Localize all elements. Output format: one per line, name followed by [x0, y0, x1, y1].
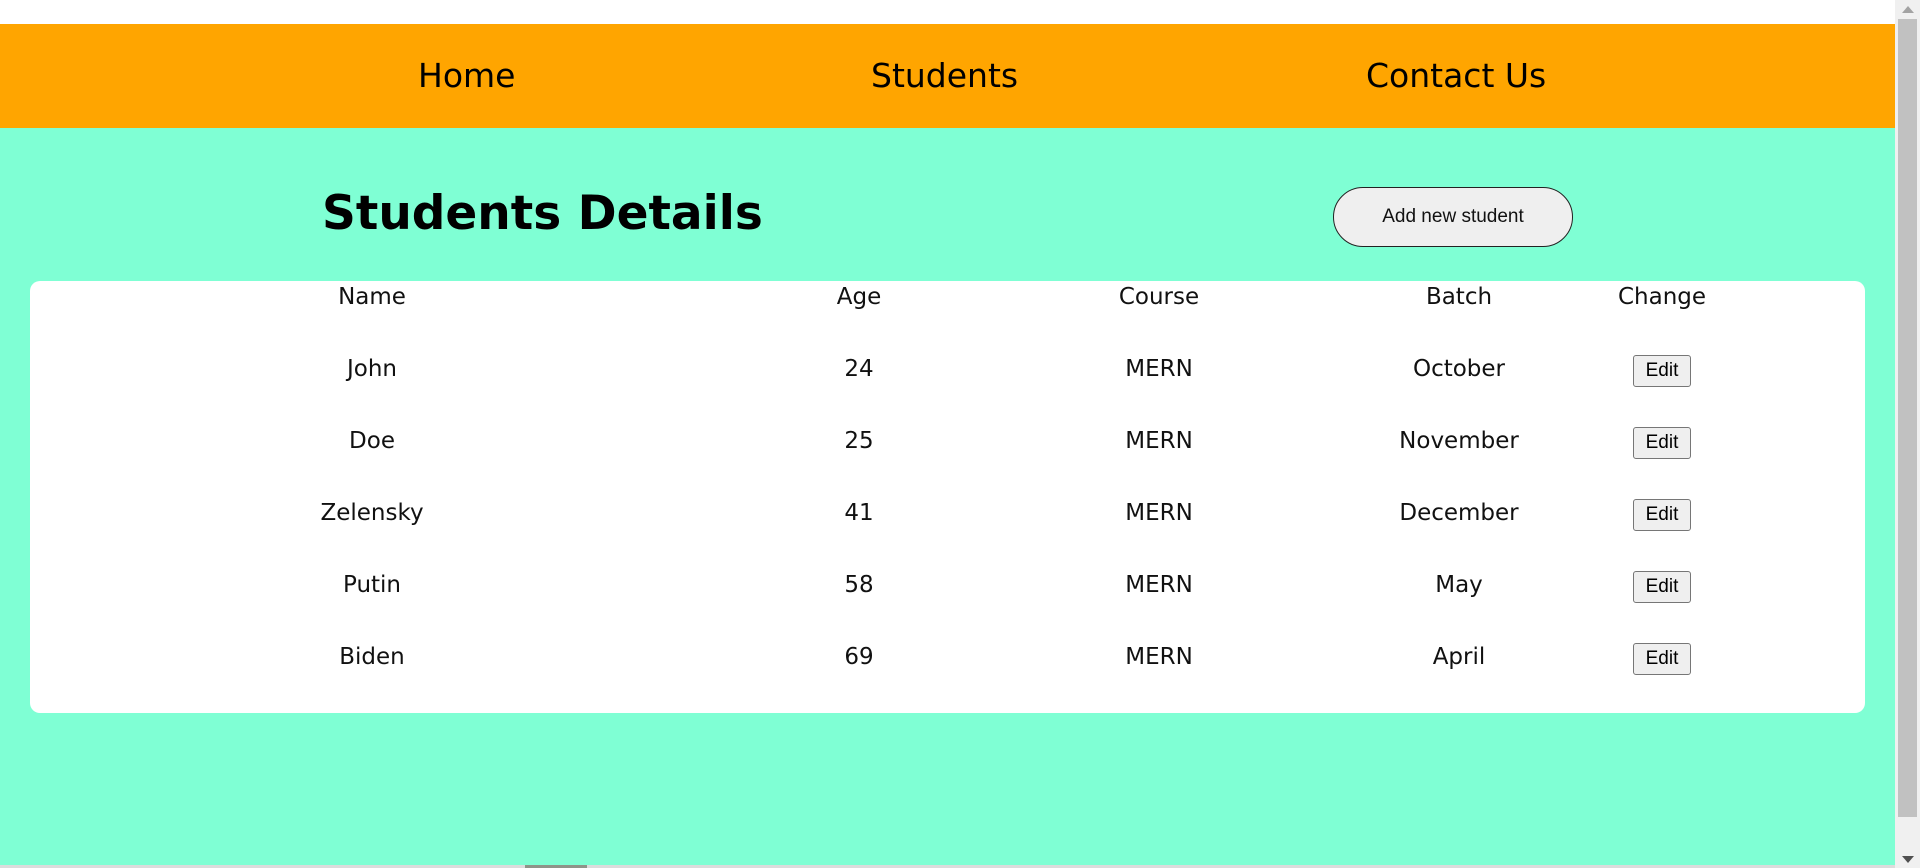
cell-batch: May [1435, 572, 1483, 598]
nav-link-students[interactable]: Students [871, 24, 1018, 128]
add-new-student-button[interactable]: Add new student [1333, 187, 1573, 247]
column-header-change: Change [1617, 284, 1707, 310]
cell-course: MERN [1125, 500, 1193, 526]
scrollbar-thumb[interactable] [1898, 19, 1917, 817]
cell-batch: November [1399, 428, 1519, 454]
nav-link-home[interactable]: Home [418, 24, 515, 128]
browser-viewport: Home Students Contact Us Students Detail… [0, 0, 1895, 868]
edit-button[interactable]: Edit [1633, 571, 1691, 603]
column-header-name: Name [338, 284, 406, 310]
cell-batch: October [1412, 356, 1506, 382]
column-header-course: Course [1118, 284, 1200, 310]
cell-age: 41 [844, 500, 874, 526]
cell-batch: December [1399, 500, 1519, 526]
cell-age: 58 [844, 572, 874, 598]
cell-name: Doe [349, 428, 395, 454]
scroll-up-arrow-icon[interactable] [1895, 0, 1920, 18]
nav-link-contact-us[interactable]: Contact Us [1366, 24, 1546, 128]
cell-age: 24 [844, 356, 874, 382]
cell-course: MERN [1125, 572, 1193, 598]
cell-name: Biden [339, 644, 405, 670]
cell-name: John [346, 356, 397, 382]
cell-age: 25 [844, 428, 874, 454]
cell-course: MERN [1125, 428, 1193, 454]
page-title: Students Details [322, 186, 763, 241]
edit-button[interactable]: Edit [1633, 643, 1691, 675]
navbar: Home Students Contact Us [0, 24, 1895, 128]
cell-batch: April [1432, 644, 1486, 670]
cell-course: MERN [1125, 356, 1193, 382]
cell-course: MERN [1125, 644, 1193, 670]
vertical-scrollbar[interactable] [1895, 0, 1920, 868]
edit-button[interactable]: Edit [1633, 355, 1691, 387]
cell-name: Zelensky [320, 500, 424, 526]
cell-name: Putin [342, 572, 402, 598]
main-content: Students Details Add new student Name Ag… [0, 128, 1895, 868]
edit-button[interactable]: Edit [1633, 427, 1691, 459]
edit-button[interactable]: Edit [1633, 499, 1691, 531]
column-header-age: Age [836, 284, 882, 310]
students-table: Name Age Course Batch Change John 24 MER… [30, 281, 1865, 713]
scroll-down-arrow-icon[interactable] [1895, 850, 1920, 868]
cell-age: 69 [844, 644, 874, 670]
